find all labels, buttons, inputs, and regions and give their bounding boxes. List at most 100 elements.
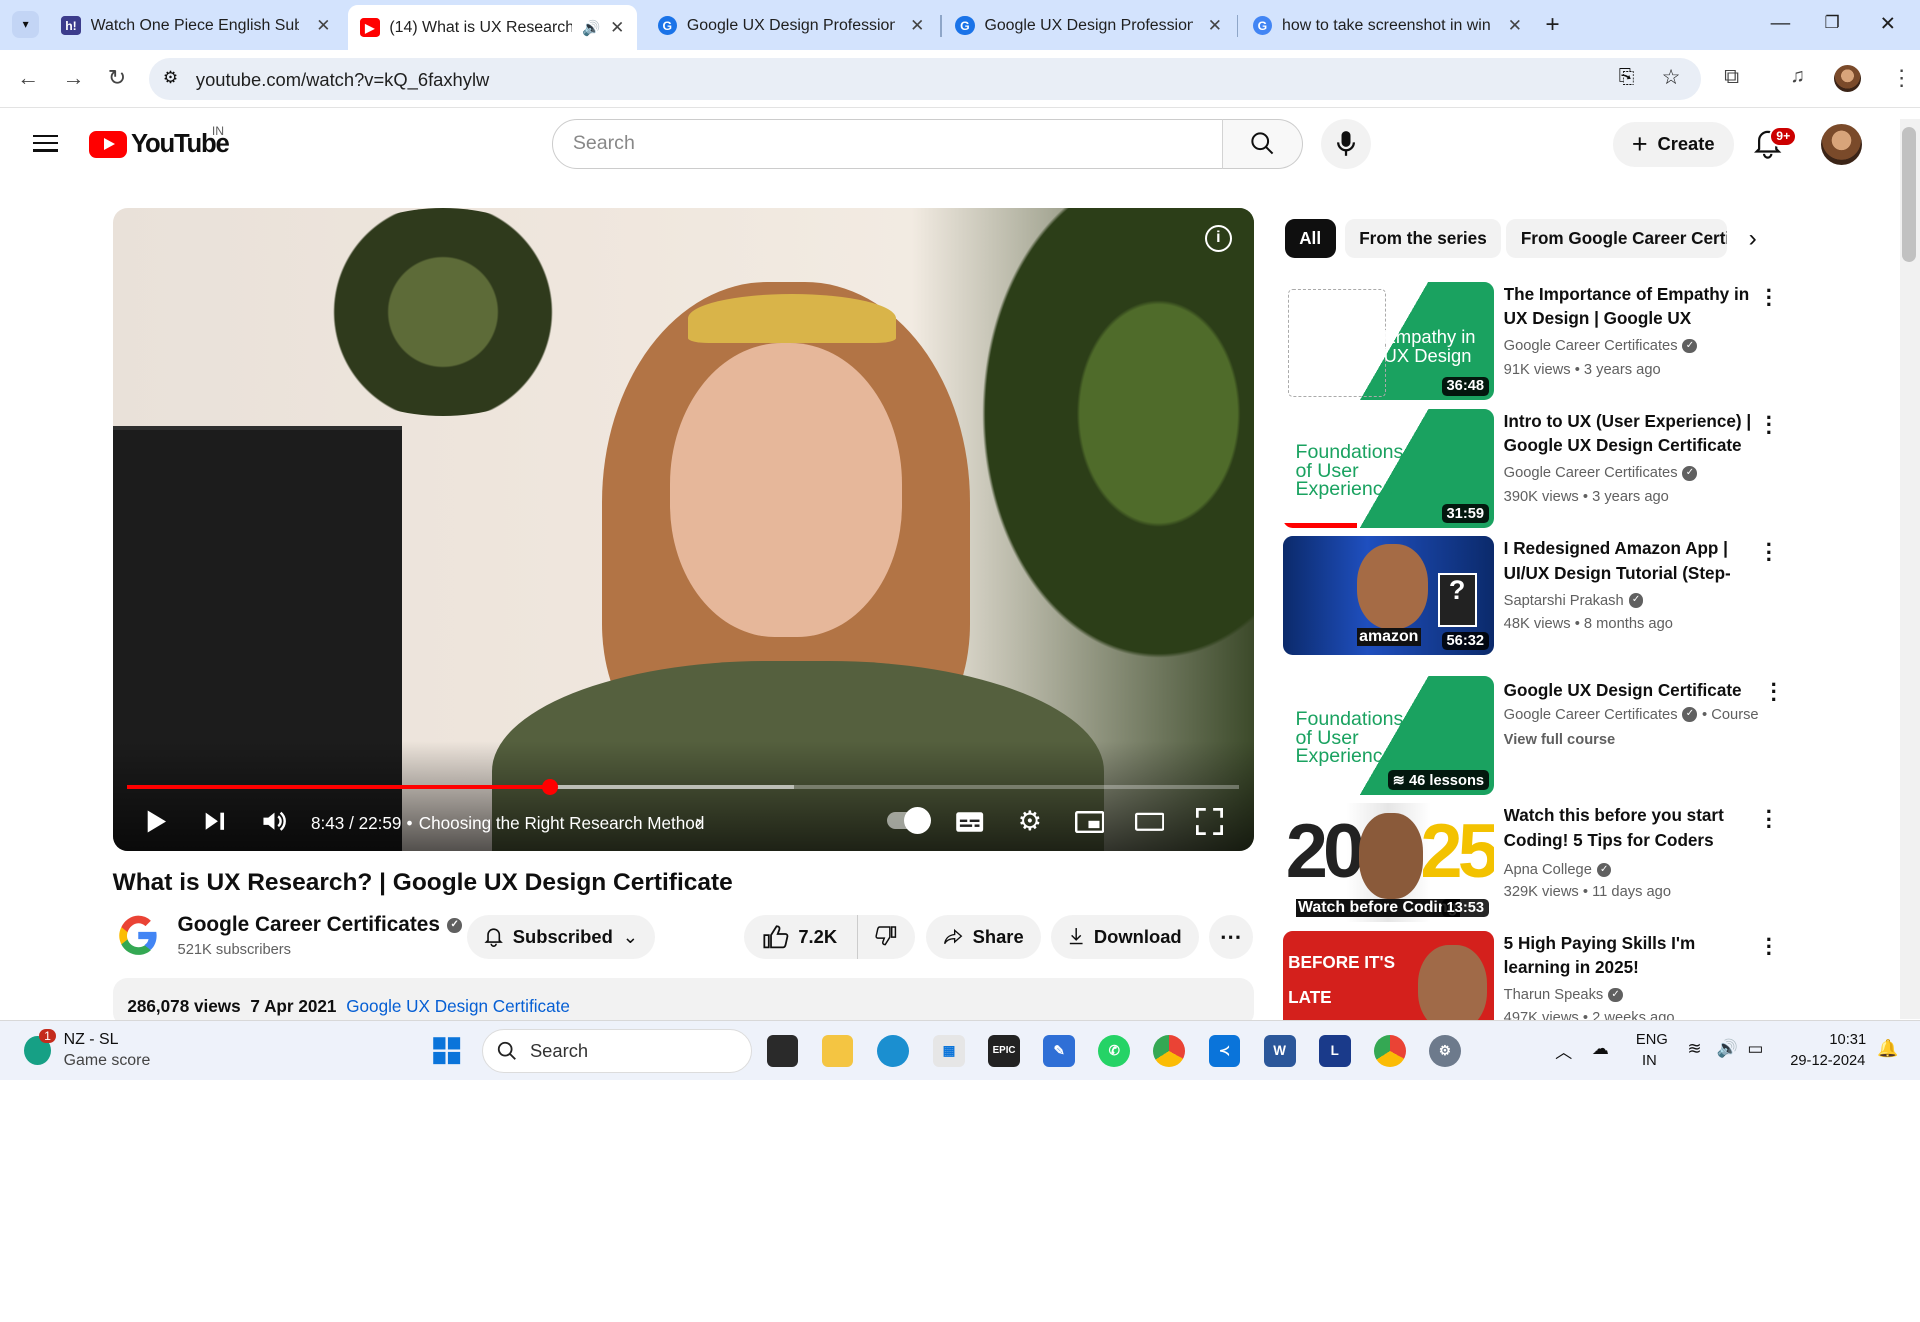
course-thumbnail[interactable]: Foundations of User Experience ≋ 46 less… xyxy=(1283,675,1494,795)
minimize-icon[interactable]: — xyxy=(1771,12,1791,35)
chip-all[interactable]: All xyxy=(1284,219,1336,259)
subscribed-button[interactable]: Subscribed ⌄ xyxy=(466,914,656,959)
theater-mode-button[interactable] xyxy=(1135,807,1165,836)
audio-playing-icon[interactable]: 🔊 xyxy=(582,19,600,37)
related-title[interactable]: Intro to UX (User Experience) | Google U… xyxy=(1504,409,1761,458)
fullscreen-button[interactable] xyxy=(1195,807,1224,836)
browser-tab[interactable]: G Google UX Design Professional ✕ xyxy=(645,6,936,45)
restore-icon[interactable]: ❐ xyxy=(1825,12,1840,33)
info-icon[interactable]: i xyxy=(1204,225,1232,253)
battery-icon[interactable]: ▭ xyxy=(1747,1038,1763,1059)
chapter-chevron-icon[interactable]: › xyxy=(696,811,703,834)
related-channel[interactable]: Google Career Certificates ✓ • Course xyxy=(1504,707,1759,723)
browser-tab[interactable]: h! Watch One Piece English Sub/D ✕ xyxy=(49,6,343,45)
url-text[interactable]: youtube.com/watch?v=kQ_6faxhylw xyxy=(196,69,489,91)
video-thumbnail[interactable]: Foundations of User Experience 31:59 xyxy=(1283,408,1494,528)
related-video[interactable]: 20 25 Watch before Coding 13:53 Watch th… xyxy=(1283,801,1773,923)
channel-avatar[interactable] xyxy=(115,912,162,959)
related-title[interactable]: 5 High Paying Skills I'm learning in 202… xyxy=(1504,931,1761,980)
whatsapp-icon[interactable]: ✆ xyxy=(1098,1034,1131,1067)
pen-app-icon[interactable]: ✎ xyxy=(1043,1034,1076,1067)
weather-widget[interactable]: 1 NZ - SL Game score xyxy=(22,1026,206,1075)
task-view-icon[interactable] xyxy=(766,1034,799,1067)
back-icon[interactable]: ← xyxy=(17,65,39,91)
like-button[interactable]: 7.2K xyxy=(744,914,858,959)
mute-button[interactable] xyxy=(260,807,289,836)
site-info-icon[interactable]: ⚙ xyxy=(163,67,178,88)
related-title[interactable]: I Redesigned Amazon App | UI/UX Design T… xyxy=(1504,536,1761,585)
video-player[interactable]: i 8:43 / 22:59 • Choosing the Right Rese… xyxy=(112,208,1254,852)
tab-close-icon[interactable]: ✕ xyxy=(1508,15,1522,36)
related-video[interactable]: Empathy in UX Design 36:48 The Importanc… xyxy=(1283,279,1773,401)
close-window-icon[interactable]: ✕ xyxy=(1880,12,1896,36)
more-vert-icon[interactable]: · · · xyxy=(1766,801,1773,838)
related-video[interactable]: BEFORE IT'S LATE 5 High Paying Skills I'… xyxy=(1283,930,1773,1020)
chrome-active-icon[interactable] xyxy=(1373,1034,1406,1067)
more-vert-icon[interactable]: · · · xyxy=(1771,673,1778,710)
tray-expand-icon[interactable]: ︿ xyxy=(1555,1038,1572,1063)
network-warning-icon[interactable]: ☁ xyxy=(1592,1038,1609,1059)
chapter-title[interactable]: Choosing the Right Research Method xyxy=(419,813,705,834)
browser-tab[interactable]: G how to take screenshot in wind ✕ xyxy=(1240,6,1534,45)
related-video[interactable]: Foundations of User Experience 31:59 Int… xyxy=(1283,406,1773,528)
account-avatar[interactable] xyxy=(1820,123,1863,166)
more-actions-button[interactable]: ⋯ xyxy=(1208,914,1253,959)
browser-tab-active[interactable]: ▶ (14) What is UX Research? | 🔊 ✕ xyxy=(347,4,637,51)
related-title[interactable]: Google UX Design Certificate xyxy=(1504,678,1761,702)
related-title[interactable]: Watch this before you start Coding! 5 Ti… xyxy=(1504,803,1761,852)
hamburger-menu-icon[interactable] xyxy=(33,130,58,157)
microsoft-store-icon[interactable]: ▦ xyxy=(933,1034,965,1067)
vscode-icon[interactable]: ≺ xyxy=(1208,1034,1241,1067)
chrome-icon[interactable] xyxy=(1153,1034,1186,1067)
more-vert-icon[interactable]: · · · xyxy=(1766,534,1773,571)
extensions-icon[interactable]: ⧉ xyxy=(1724,65,1739,89)
tab-close-icon[interactable]: ✕ xyxy=(1208,15,1222,36)
subtitles-button[interactable] xyxy=(955,807,984,836)
browser-tab[interactable]: G Google UX Design Professional ✕ xyxy=(943,6,1234,45)
edge-browser-icon[interactable] xyxy=(876,1034,909,1067)
playlist-tag-link[interactable]: Google UX Design Certificate xyxy=(346,996,570,1016)
autoplay-toggle[interactable] xyxy=(886,806,931,834)
chip-next-chevron-icon[interactable]: › xyxy=(1749,225,1757,253)
video-thumbnail[interactable]: Empathy in UX Design 36:48 xyxy=(1283,281,1494,401)
tab-close-icon[interactable]: ✕ xyxy=(910,15,924,36)
create-button[interactable]: + Create xyxy=(1612,122,1734,167)
share-button[interactable]: Share xyxy=(925,914,1041,959)
view-full-course-link[interactable]: View full course xyxy=(1504,732,1616,748)
search-input[interactable]: Search xyxy=(552,118,1224,169)
youtube-logo[interactable]: YouTube IN xyxy=(89,124,230,159)
video-thumbnail[interactable]: ? amazon 56:32 xyxy=(1283,536,1494,656)
video-thumbnail[interactable]: 20 25 Watch before Coding 13:53 xyxy=(1283,803,1494,923)
speaker-icon[interactable]: 🔊 xyxy=(1717,1038,1738,1059)
clock-time[interactable]: 10:31 xyxy=(1829,1032,1866,1048)
l-app-icon[interactable]: L xyxy=(1318,1034,1351,1067)
related-channel[interactable]: Tharun Speaks ✓ xyxy=(1504,987,1623,1003)
forward-icon[interactable]: → xyxy=(62,65,84,91)
related-video[interactable]: ? amazon 56:32 I Redesigned Amazon App |… xyxy=(1283,534,1773,656)
next-button[interactable] xyxy=(200,807,229,836)
video-thumbnail[interactable]: BEFORE IT'S LATE xyxy=(1283,930,1494,1020)
related-channel[interactable]: Saptarshi Prakash ✓ xyxy=(1504,593,1644,609)
channel-name[interactable]: Google Career Certificates ✓ xyxy=(178,913,462,937)
file-explorer-icon[interactable] xyxy=(821,1034,854,1067)
scrubber-knob[interactable] xyxy=(542,778,559,795)
settings-button[interactable]: ⚙ xyxy=(1015,806,1044,836)
epic-games-icon[interactable]: EPIC xyxy=(988,1034,1020,1067)
play-button[interactable] xyxy=(142,807,171,836)
more-vert-icon[interactable]: · · · xyxy=(1766,279,1773,316)
more-vert-icon[interactable]: · · · xyxy=(1766,931,1773,965)
settings-app-icon[interactable]: ⚙ xyxy=(1428,1034,1461,1067)
reload-icon[interactable]: ↻ xyxy=(108,65,126,91)
related-channel[interactable]: Google Career Certificates ✓ xyxy=(1504,465,1698,481)
language-label[interactable]: ENG xyxy=(1636,1032,1668,1048)
related-title[interactable]: The Importance of Empathy in UX Design |… xyxy=(1504,282,1761,331)
related-channel[interactable]: Apna College ✓ xyxy=(1504,862,1612,878)
chip-from-channel[interactable]: From Google Career Certi xyxy=(1506,219,1727,259)
taskbar-search[interactable]: Search xyxy=(482,1028,752,1073)
new-tab-icon[interactable]: + xyxy=(1545,11,1559,39)
voice-search-button[interactable] xyxy=(1321,118,1372,169)
wifi-icon[interactable]: ≋ xyxy=(1687,1038,1701,1059)
browser-menu-icon[interactable]: ⋮ xyxy=(1891,65,1913,91)
notification-center-icon[interactable]: 🔔 xyxy=(1877,1038,1898,1059)
progress-bar[interactable] xyxy=(127,778,1240,795)
